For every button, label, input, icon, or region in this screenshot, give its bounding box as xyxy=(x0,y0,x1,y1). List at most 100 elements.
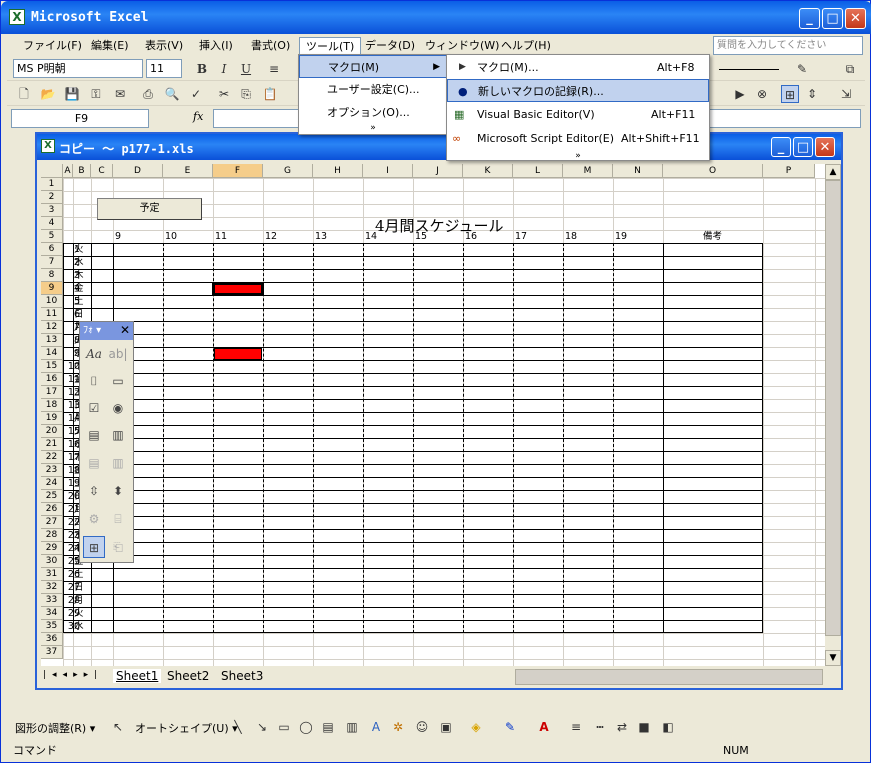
row-header[interactable]: 4 xyxy=(41,217,63,230)
wb-close-button[interactable]: ✕ xyxy=(815,137,835,157)
3d-icon[interactable]: ◧ xyxy=(659,718,677,736)
row-header[interactable]: 15 xyxy=(41,360,63,373)
row-header[interactable]: 17 xyxy=(41,386,63,399)
listbox-tool-icon[interactable]: ▤ xyxy=(83,424,105,446)
menu-data[interactable]: データ(D) xyxy=(359,37,421,54)
tab-scroll-buttons[interactable]: |◂◂▸▸| xyxy=(43,670,103,680)
row-header[interactable]: 20 xyxy=(41,425,63,438)
row-header[interactable]: 8 xyxy=(41,269,63,282)
name-box[interactable]: F9 xyxy=(11,109,149,128)
spinner-tool-icon[interactable]: ⬍ xyxy=(107,480,129,502)
menu-view[interactable]: 表示(V) xyxy=(139,37,189,54)
stop-icon[interactable]: ⊗ xyxy=(753,85,771,103)
cut-icon[interactable]: ✂ xyxy=(215,85,233,103)
align-left-icon[interactable]: ≡ xyxy=(265,60,283,78)
horizontal-scrollbar[interactable] xyxy=(515,669,823,685)
line-style-icon[interactable] xyxy=(719,69,779,70)
row-header[interactable]: 31 xyxy=(41,568,63,581)
copy-icon[interactable]: ⎘ xyxy=(237,85,255,103)
wb-maximize-button[interactable]: □ xyxy=(793,137,813,157)
grid-icon[interactable]: ⊞ xyxy=(781,85,799,103)
macro-run-icon[interactable]: ▶ xyxy=(731,85,749,103)
row-header[interactable]: 1 xyxy=(41,178,63,191)
scroll-down-button[interactable]: ▼ xyxy=(825,650,841,666)
row-header[interactable]: 30 xyxy=(41,555,63,568)
select-pointer-icon[interactable]: ↖ xyxy=(109,718,127,736)
spreadsheet-grid[interactable]: ABCDEFGHIJKLMNOP 1 2 3 4 5 6 7 8 9 10 11 12 13 14 15 16… xyxy=(41,164,825,666)
font-size-box[interactable]: 11 xyxy=(146,59,182,78)
toolbar-options-icon[interactable]: ⧉ xyxy=(841,60,859,78)
arrow-icon[interactable]: ↘ xyxy=(253,718,271,736)
combobox-tool-icon[interactable]: ▥ xyxy=(107,424,129,446)
print-preview-icon[interactable]: 🔍 xyxy=(163,85,181,103)
help-question-input[interactable]: 質問を入力してください xyxy=(713,36,863,55)
button-tool-icon[interactable]: ▭ xyxy=(107,370,129,392)
row-header[interactable]: 36 xyxy=(41,633,63,646)
tools-menu-customize[interactable]: ユーザー設定(C)... xyxy=(299,78,447,101)
underline-icon[interactable]: U xyxy=(237,60,255,78)
row-header[interactable]: 35 xyxy=(41,620,63,633)
column-header[interactable]: E xyxy=(163,164,213,178)
menu-file[interactable]: ファイル(F) xyxy=(17,37,88,54)
wb-minimize-button[interactable]: _ xyxy=(771,137,791,157)
row-header[interactable]: 19 xyxy=(41,412,63,425)
wordart-icon[interactable]: A xyxy=(367,718,385,736)
column-header[interactable]: A xyxy=(63,164,73,178)
column-header[interactable]: B xyxy=(73,164,91,178)
bold-icon[interactable]: B xyxy=(193,60,211,78)
run-dialog-icon[interactable]: ⎗ xyxy=(107,536,129,558)
edit-code-icon[interactable]: ⌸ xyxy=(107,508,129,530)
menu-window[interactable]: ウィンドウ(W) xyxy=(419,37,505,54)
column-icon[interactable]: ⇕ xyxy=(803,85,821,103)
dash-style-icon[interactable]: ┅ xyxy=(591,718,609,736)
label-tool-icon[interactable]: Aa xyxy=(83,343,105,365)
column-header[interactable]: G xyxy=(263,164,313,178)
line-style-draw-icon[interactable]: ≡ xyxy=(567,718,585,736)
checkbox-tool-icon[interactable]: ☑ xyxy=(83,397,105,419)
toggle-grid-icon[interactable]: ⊞ xyxy=(83,536,105,558)
font-color-icon[interactable]: ✎ xyxy=(793,60,811,78)
row-header[interactable]: 27 xyxy=(41,516,63,529)
menu-edit[interactable]: 編集(E) xyxy=(85,37,135,54)
column-header[interactable]: H xyxy=(313,164,363,178)
font-name-box[interactable]: MS P明朝 xyxy=(13,59,143,78)
menu-help[interactable]: ヘルプ(H) xyxy=(495,37,557,54)
row-header[interactable]: 11 xyxy=(41,308,63,321)
new-file-icon[interactable]: 🗋 xyxy=(15,85,33,103)
row-header[interactable]: 13 xyxy=(41,334,63,347)
print-icon[interactable]: ⎙ xyxy=(139,85,157,103)
row-header[interactable]: 26 xyxy=(41,503,63,516)
combo-list-tool-icon[interactable]: ▤ xyxy=(83,452,105,474)
row-header[interactable]: 5 xyxy=(41,230,63,243)
save-icon[interactable]: 💾 xyxy=(63,85,81,103)
row-header[interactable]: 32 xyxy=(41,581,63,594)
vertical-scrollbar[interactable]: ▲ ▼ xyxy=(825,164,841,666)
tab-sheet3[interactable]: Sheet3 xyxy=(221,669,263,683)
option-button-tool-icon[interactable]: ◉ xyxy=(107,397,129,419)
textbox-icon[interactable]: ▤ xyxy=(319,718,337,736)
line-color-icon[interactable]: ✎ xyxy=(501,718,519,736)
select-all-corner[interactable] xyxy=(41,164,63,178)
groupbox-tool-icon[interactable]: ⌷ xyxy=(83,370,105,392)
row-header[interactable]: 3 xyxy=(41,204,63,217)
vertical-textbox-icon[interactable]: ▥ xyxy=(343,718,361,736)
menu-format[interactable]: 書式(O) xyxy=(245,37,296,54)
row-header[interactable]: 22 xyxy=(41,451,63,464)
toolbar-more-icon[interactable]: ⇲ xyxy=(837,85,855,103)
column-header[interactable]: P xyxy=(763,164,815,178)
row-header[interactable]: 34 xyxy=(41,607,63,620)
row-header[interactable]: 37 xyxy=(41,646,63,659)
forms-close-icon[interactable]: ✕ xyxy=(120,323,130,337)
email-icon[interactable]: ✉ xyxy=(111,85,129,103)
tools-menu-macro[interactable]: マクロ(M) ▶ xyxy=(299,55,447,78)
scroll-up-button[interactable]: ▲ xyxy=(825,164,841,180)
column-header[interactable]: D xyxy=(113,164,163,178)
tab-sheet1[interactable]: Sheet1 xyxy=(113,669,162,683)
row-header[interactable]: 10 xyxy=(41,295,63,308)
row-header[interactable]: 24 xyxy=(41,477,63,490)
clipart-icon[interactable]: ☺ xyxy=(413,718,431,736)
tools-menu-expand-icon[interactable]: » xyxy=(299,117,447,140)
maximize-button[interactable]: □ xyxy=(822,8,843,29)
row-header[interactable]: 16 xyxy=(41,373,63,386)
row-header[interactable]: 2 xyxy=(41,191,63,204)
